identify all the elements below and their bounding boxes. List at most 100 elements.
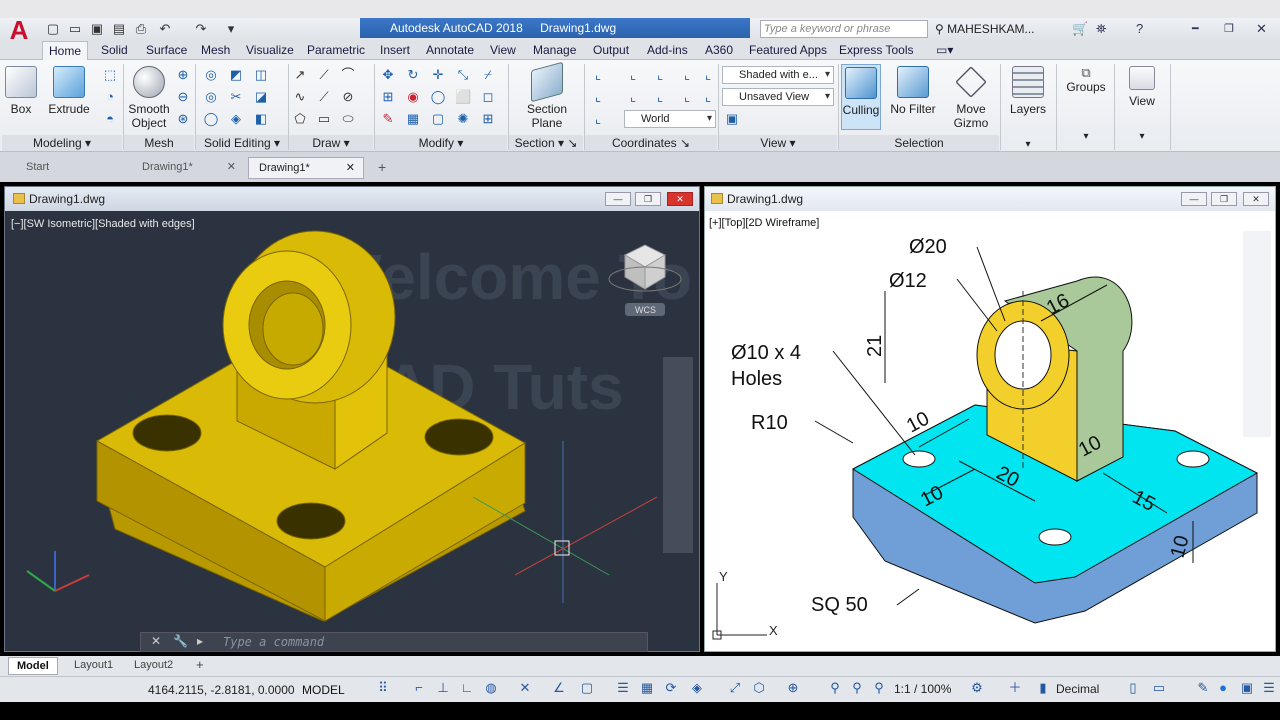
new-icon[interactable]: ▢ (44, 20, 62, 38)
array-icon[interactable]: ⊞ (480, 111, 496, 127)
layout-tab-model[interactable]: Model (8, 657, 58, 675)
ucs-3point-icon[interactable]: ⌞ (625, 89, 641, 105)
tab-solid[interactable]: Solid (95, 41, 134, 60)
maximize-icon[interactable]: ❐ (1224, 20, 1234, 38)
snap-icon[interactable]: ⌐ (412, 681, 426, 695)
scale-dropdown[interactable]: 1:1 / 100% (894, 682, 951, 696)
panel-view[interactable]: View ▾ (719, 135, 837, 151)
wcs-label[interactable]: WCS (635, 305, 656, 315)
extract-edges-icon[interactable]: ◪ (253, 89, 269, 105)
tab-visualize[interactable]: Visualize (240, 41, 300, 60)
ucs-world-icon[interactable]: ⌞ (625, 67, 641, 83)
auto-scale-icon[interactable]: ⚲ (850, 681, 864, 695)
annotation-scale-icon[interactable]: ⚲ (872, 681, 886, 695)
line-icon[interactable]: ↗ (292, 67, 308, 83)
extrude-button[interactable]: Extrude (48, 66, 90, 116)
panel-draw[interactable]: Draw ▾ (289, 135, 373, 151)
object-snap-icon[interactable]: ▢ (580, 681, 594, 695)
viewport-left[interactable]: Drawing1.dwg — ❐ ✕ Welcome To A_CAD Tuts (4, 186, 700, 652)
panel-selection[interactable]: Selection (839, 135, 999, 151)
new-tab-button[interactable]: + (368, 157, 398, 179)
cart-icon[interactable]: 🛒 (1072, 20, 1088, 38)
model-canvas-left[interactable]: Welcome To A_CAD Tuts WCS (5, 211, 699, 651)
command-line[interactable]: ✕ 🔧 ▸ Type a command (140, 632, 648, 652)
ortho-icon[interactable]: ∟ (460, 681, 474, 695)
panel-section[interactable]: Section ▾ ↘ (509, 135, 583, 151)
interfere-icon[interactable]: ✂ (228, 89, 244, 105)
panel-solid-editing[interactable]: Solid Editing ▾ (196, 135, 288, 151)
isodraft-icon[interactable]: ✕ (518, 681, 532, 695)
user-menu[interactable]: ⚲ MAHESHKAM... (935, 20, 1035, 38)
selection-cycling-icon[interactable]: ⟳ (664, 681, 678, 695)
hardware-acceleration-icon[interactable]: ● (1216, 681, 1230, 695)
command-input[interactable]: Type a command (223, 635, 324, 649)
units-dropdown[interactable]: Decimal (1056, 682, 1099, 696)
ucs-face-icon[interactable]: ⌞ (679, 67, 695, 83)
join-icon[interactable]: ▦ (405, 111, 421, 127)
ucs-named-icon[interactable]: ⌞ (590, 111, 606, 127)
tab-view[interactable]: View (484, 41, 522, 60)
circle-icon[interactable]: ⊘ (340, 89, 356, 105)
tab-featured-apps[interactable]: Featured Apps (743, 41, 833, 60)
tab-output[interactable]: Output (587, 41, 635, 60)
ucs-icon[interactable]: ⌞ (590, 67, 606, 83)
close-icon[interactable]: ✕ (667, 192, 693, 206)
fillet-icon[interactable]: ◉ (405, 89, 421, 105)
separate-icon[interactable]: ◈ (228, 111, 244, 127)
panel-modeling[interactable]: Modeling ▾ (2, 135, 122, 151)
share-icon[interactable]: ⛯ (1096, 20, 1106, 38)
tab-insert[interactable]: Insert (374, 41, 416, 60)
doc-tab-drawing1-b[interactable]: Drawing1* ✕ (248, 157, 364, 179)
groups-button[interactable]: ⧉ Groups ▾ (1064, 66, 1108, 144)
add-layout-button[interactable]: + (188, 657, 212, 675)
copy-icon[interactable]: ◻ (480, 89, 496, 105)
tab-parametric[interactable]: Parametric (301, 41, 371, 60)
mirror-icon[interactable]: ⊞ (380, 89, 396, 105)
lock-ui-icon[interactable]: ▭ (1152, 681, 1166, 695)
polar-icon[interactable]: ◍ (484, 681, 498, 695)
close-command-icon[interactable]: ✕ (151, 634, 161, 648)
restore-icon[interactable]: ❐ (1211, 192, 1237, 206)
save-icon[interactable]: ▣ (88, 20, 106, 38)
open-icon[interactable]: ▭ (66, 20, 84, 38)
mesh-smooth-less-icon[interactable]: ⊖ (175, 89, 191, 105)
ucs-z-icon[interactable]: ⌞ (700, 89, 716, 105)
layers-expand-icon[interactable]: ▾ (1006, 138, 1050, 152)
spline-icon[interactable]: ∿ (292, 89, 308, 105)
tab-surface[interactable]: Surface (140, 41, 193, 60)
ucs-object-icon[interactable]: ⌞ (700, 67, 716, 83)
close-icon[interactable]: ✕ (1256, 20, 1267, 38)
move-gizmo-button[interactable]: Move Gizmo (948, 66, 994, 130)
model-canvas-right[interactable]: Ø20 Ø12 Ø10 x 4 Holes R10 SQ 50 21 16 10… (705, 211, 1275, 651)
quick-properties-icon[interactable]: ▯ (1126, 681, 1140, 695)
layout-tab-layout1[interactable]: Layout1 (66, 657, 121, 675)
tab-annotate[interactable]: Annotate (420, 41, 480, 60)
thicken-icon[interactable]: ◧ (253, 111, 269, 127)
minimize-icon[interactable]: ━ (1192, 20, 1199, 38)
visual-style-dropdown[interactable]: Shaded with e... (722, 66, 834, 84)
isolate-objects-icon[interactable]: ✎ (1196, 681, 1210, 695)
doc-tab-drawing1-a[interactable]: Drawing1* ✕ (132, 157, 244, 179)
customize-icon[interactable]: 🔧 (173, 634, 188, 648)
move-arrows-icon[interactable]: ✛ (430, 67, 446, 83)
ucs-x-icon[interactable]: ⌞ (652, 89, 668, 105)
grid-icon[interactable]: ⠿ (376, 681, 390, 695)
loft-icon[interactable]: ◓ (102, 111, 118, 127)
tab-manage[interactable]: Manage (527, 41, 582, 60)
clean-screen-icon[interactable]: ▣ (1240, 681, 1254, 695)
restore-icon[interactable]: ❐ (635, 192, 661, 206)
navigation-bar[interactable] (663, 357, 693, 553)
save-as-icon[interactable]: ▤ (110, 20, 128, 38)
units-icon[interactable]: ▮ (1036, 681, 1050, 695)
move-icon[interactable]: ✥ (380, 67, 396, 83)
panel-mesh[interactable]: Mesh (124, 135, 194, 151)
search-input[interactable]: Type a keyword or phrase (760, 20, 928, 38)
transparency-icon[interactable]: ▦ (640, 681, 654, 695)
tab-express-tools[interactable]: Express Tools (833, 41, 919, 60)
close-tab-icon[interactable]: ✕ (227, 157, 236, 177)
customization-icon[interactable]: ☰ (1262, 681, 1276, 695)
infer-constraints-icon[interactable]: ⊥ (436, 681, 450, 695)
tab-mesh[interactable]: Mesh (195, 41, 236, 60)
doc-tab-start[interactable]: Start (16, 157, 126, 179)
ellipse-icon[interactable]: ⬭ (340, 111, 356, 127)
